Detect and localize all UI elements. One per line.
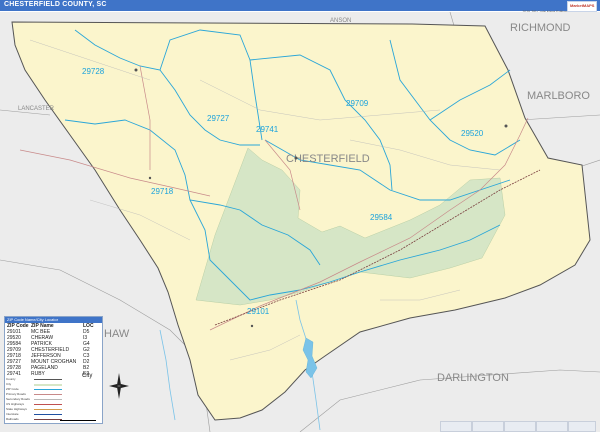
key-swatch	[34, 379, 62, 380]
zip-label-29584: 29584	[370, 213, 393, 222]
key-item: County	[6, 377, 16, 381]
publisher-logo: MarketMAPS	[567, 1, 597, 12]
key-swatch	[34, 399, 62, 400]
zip-label-29728: 29728	[82, 67, 105, 76]
key-swatch	[34, 409, 62, 410]
key-city-label: City	[82, 373, 93, 379]
key-item: Railroads	[6, 417, 19, 421]
key-item: City	[6, 382, 12, 386]
map-title: CHESTERFIELD COUNTY, SC	[4, 1, 107, 8]
key-item: Primary Roads	[6, 392, 26, 396]
zip-label-29727: 29727	[207, 114, 230, 123]
town-marker	[134, 68, 138, 72]
key-item: Secondary Roads	[6, 397, 30, 401]
key-swatch	[34, 404, 62, 405]
neighbor-richmond-label: RICHMOND	[510, 22, 571, 34]
zip-label-29741: 29741	[256, 125, 279, 134]
key-swatch	[34, 419, 62, 420]
key-item: State Highways	[6, 407, 27, 411]
town-marker	[504, 124, 508, 128]
zip-label-29709: 29709	[346, 99, 369, 108]
neighbor-darlington-label: DARLINGTON	[437, 372, 509, 384]
zip-label-29101: 29101	[247, 307, 270, 316]
footer-cell	[440, 421, 472, 432]
scale-bar	[60, 418, 96, 421]
key-item: Interstate	[6, 412, 19, 416]
key-swatch	[34, 389, 62, 390]
key-item: ZIP Code	[6, 387, 19, 391]
footer-cell	[504, 421, 536, 432]
footer-cell	[568, 421, 596, 432]
zip-label-29718: 29718	[151, 187, 174, 196]
neighbor-kershaw-label: HAW	[104, 328, 130, 340]
key-swatch	[34, 384, 62, 386]
neighbor-marlboro-label: MARLBORO	[527, 90, 590, 102]
key-item: US Highways	[6, 402, 25, 406]
neighbor-lancaster-label: LANCASTER	[18, 106, 55, 112]
footer-strip	[440, 421, 596, 432]
zip-label-29520: 29520	[461, 129, 484, 138]
town-marker	[294, 156, 298, 160]
logo-text: MarketMAPS	[570, 3, 595, 8]
compass-rose-icon	[109, 373, 129, 399]
key-swatch	[34, 394, 62, 395]
footer-cell	[536, 421, 568, 432]
key-swatch	[34, 414, 62, 415]
footer-cell	[472, 421, 504, 432]
title-bar: CHESTERFIELD COUNTY, SC	[0, 0, 600, 11]
county-label: CHESTERFIELD	[286, 153, 370, 165]
town-marker	[148, 176, 152, 180]
neighbor-anson-label: ANSON	[330, 18, 351, 24]
town-marker	[250, 324, 254, 328]
